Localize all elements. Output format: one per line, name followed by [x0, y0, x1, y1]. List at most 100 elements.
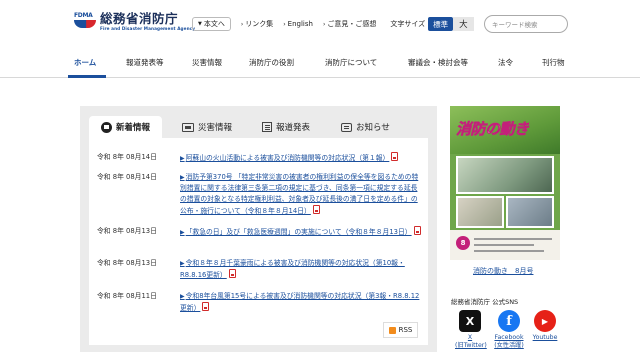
arrow-right-icon: ▶ — [180, 260, 185, 267]
news-link[interactable]: ▶阿蘇山の火山活動による被害及び消防機関等の対応状況（第１報） — [180, 152, 423, 164]
facebook-caption-sub: (女性活躍) — [494, 342, 524, 349]
magazine-text-line — [474, 250, 544, 252]
arrow-right-icon: ▶ — [180, 229, 185, 236]
triangle-down-icon: ▼ — [198, 21, 202, 27]
tab-disaster-info[interactable]: 災害情報 — [182, 116, 232, 138]
news-panel: 新着情報 災害情報 報道発表 お知らせ 令和 8年 08月14日 ▶阿蘇山の火山… — [80, 106, 437, 352]
logo-swoosh — [74, 20, 96, 28]
arrow-right-icon: ▶ — [180, 174, 185, 181]
notice-icon — [341, 122, 352, 132]
news-date: 令和 8年 08月14日 — [97, 153, 157, 161]
nav-item-press-releases[interactable]: 報道発表等 — [126, 57, 164, 68]
nav-item-publications[interactable]: 刊行物 — [542, 57, 565, 68]
tab-disaster-info-label: 災害情報 — [198, 123, 233, 133]
magazine-text-line — [474, 238, 552, 240]
font-size-label: 文字サイズ — [390, 20, 426, 28]
arrow-right-icon: ▶ — [180, 293, 185, 300]
news-date: 令和 8年 08月13日 — [97, 259, 157, 267]
nav-item-laws[interactable]: 法令 — [498, 57, 513, 68]
report-icon — [262, 122, 272, 132]
nav-item-councils[interactable]: 審議会・検討会等 — [408, 57, 468, 68]
x-icon[interactable]: X — [459, 310, 481, 332]
news-list: 令和 8年 08月14日 ▶阿蘇山の火山活動による被害及び消防機関等の対応状況（… — [89, 138, 428, 345]
news-date: 令和 8年 08月11日 — [97, 292, 157, 300]
links-page-link[interactable]: › リンク集 — [241, 19, 273, 29]
site-logo[interactable]: FDMA 総務省消防庁 Fire and Disaster Management… — [74, 12, 195, 32]
skip-to-content-button[interactable]: ▼ 本文へ — [192, 17, 231, 31]
news-title: 令和8年台風第15号による被害及び消防機関等の対応状況（第3報・R8.8.12更… — [180, 292, 420, 312]
news-item: 令和 8年 08月14日 ▶消防予第370号 「特定非常災害の被害者の権利利益の… — [97, 172, 423, 217]
news-date: 令和 8年 08月13日 — [97, 227, 157, 235]
feedback-label: ご意見・ご感想 — [327, 20, 377, 28]
english-label: English — [287, 20, 313, 28]
font-size-large-button[interactable]: 大 — [453, 17, 474, 31]
search-input[interactable]: キーワード検索 — [484, 15, 568, 33]
news-title: 「救急の日」及び「救急医療週間」の実施について（令和８年８月13日） — [185, 228, 412, 236]
nav-item-agency-role[interactable]: 消防庁の役割 — [249, 57, 294, 68]
search-placeholder: キーワード検索 — [492, 21, 538, 29]
tab-press-releases[interactable]: 報道発表 — [262, 116, 310, 138]
news-link[interactable]: ▶消防予第370号 「特定非常災害の被害者の権利利益の保全等を図るための特別措置… — [180, 172, 423, 217]
skip-to-content-label: 本文へ — [203, 20, 225, 28]
news-title: 令和８年８月千葉豪雨による被害及び消防機関等の対応状況（第10報・R8.8.16… — [180, 259, 405, 279]
fdma-logo-mark: FDMA — [74, 12, 98, 30]
youtube-link[interactable]: Youtube — [530, 334, 560, 342]
nav-item-about-agency[interactable]: 消防庁について — [325, 57, 377, 68]
chevron-right-icon: › — [283, 20, 286, 28]
facebook-caption: Facebook — [494, 334, 524, 341]
tab-notices-label: お知らせ — [356, 123, 390, 133]
utility-bar: ▼ 本文へ › リンク集 › English › ご意見・ご感想 文字サイズ 標… — [192, 17, 474, 31]
magazine-photo — [456, 196, 504, 228]
nav-active-indicator — [68, 75, 106, 78]
tab-whats-new[interactable]: 新着情報 — [89, 116, 162, 138]
youtube-icon[interactable]: ▶ — [534, 310, 556, 332]
pdf-icon — [413, 226, 421, 235]
logo-subtitle: Fire and Disaster Management Agency — [100, 26, 196, 31]
logo-mark-text: FDMA — [74, 12, 93, 19]
tab-press-releases-label: 報道発表 — [276, 123, 311, 133]
x-link[interactable]: X (旧Twitter) — [455, 334, 487, 350]
news-link[interactable]: ▶令和８年８月千葉豪雨による被害及び消防機関等の対応状況（第10報・R8.8.1… — [180, 258, 423, 281]
magazine-cover[interactable]: 消防の動き 8 — [450, 106, 560, 260]
news-item: 令和 8年 08月14日 ▶阿蘇山の火山活動による被害及び消防機関等の対応状況（… — [97, 152, 423, 164]
news-item: 令和 8年 08月13日 ▶「救急の日」及び「救急医療週間」の実施について（令和… — [97, 226, 423, 238]
chevron-right-icon: › — [322, 20, 326, 28]
news-icon — [101, 121, 112, 133]
chevron-right-icon: › — [240, 20, 244, 28]
magazine-text-line — [474, 244, 534, 246]
x-caption-sub: (旧Twitter) — [455, 342, 487, 349]
magazine-link[interactable]: 消防の動き 8月号 — [473, 266, 533, 276]
magazine-photo — [506, 196, 554, 228]
facebook-icon[interactable]: f — [498, 310, 520, 332]
news-link[interactable]: ▶「救急の日」及び「救急医療週間」の実施について（令和８年８月13日） — [180, 226, 423, 238]
font-size-standard-button[interactable]: 標準 — [428, 17, 454, 31]
nav-item-home[interactable]: ホーム — [74, 57, 96, 68]
tab-notices[interactable]: お知らせ — [341, 116, 390, 138]
rss-button[interactable]: RSS — [383, 322, 418, 338]
news-item: 令和 8年 08月11日 ▶令和8年台風第15号による被害及び消防機関等の対応状… — [97, 291, 423, 314]
news-link[interactable]: ▶令和8年台風第15号による被害及び消防機関等の対応状況（第3報・R8.8.12… — [180, 291, 423, 314]
english-link[interactable]: › English — [283, 20, 313, 28]
rss-label: RSS — [398, 326, 413, 334]
rss-icon — [388, 326, 396, 334]
feedback-link[interactable]: › ご意見・ご感想 — [323, 19, 376, 29]
youtube-caption: Youtube — [532, 334, 558, 341]
news-item: 令和 8年 08月13日 ▶令和８年８月千葉豪雨による被害及び消防機関等の対応状… — [97, 258, 423, 281]
pdf-icon — [202, 302, 210, 311]
magazine-photo — [456, 156, 554, 194]
pdf-icon — [312, 205, 320, 214]
tab-whats-new-label: 新着情報 — [116, 123, 151, 133]
facebook-link[interactable]: Facebook (女性活躍) — [490, 334, 528, 350]
magazine-cover-title: 消防の動き — [456, 120, 530, 139]
site-header: FDMA 総務省消防庁 Fire and Disaster Management… — [0, 0, 640, 42]
magazine-issue-number: 8 — [456, 236, 470, 250]
nav-item-disaster-info[interactable]: 災害情報 — [192, 57, 222, 68]
news-title: 阿蘇山の火山活動による被害及び消防機関等の対応状況（第１報） — [185, 154, 390, 162]
pdf-icon — [228, 269, 236, 278]
sns-heading: 総務省消防庁 公式SNS — [451, 298, 519, 306]
links-page-label: リンク集 — [245, 20, 274, 28]
disaster-icon — [182, 122, 194, 132]
x-caption: X — [467, 334, 473, 341]
global-nav: ホーム 報道発表等 災害情報 消防庁の役割 消防庁について 審議会・検討会等 法… — [0, 50, 640, 78]
logo-title: 総務省消防庁 — [100, 11, 179, 26]
